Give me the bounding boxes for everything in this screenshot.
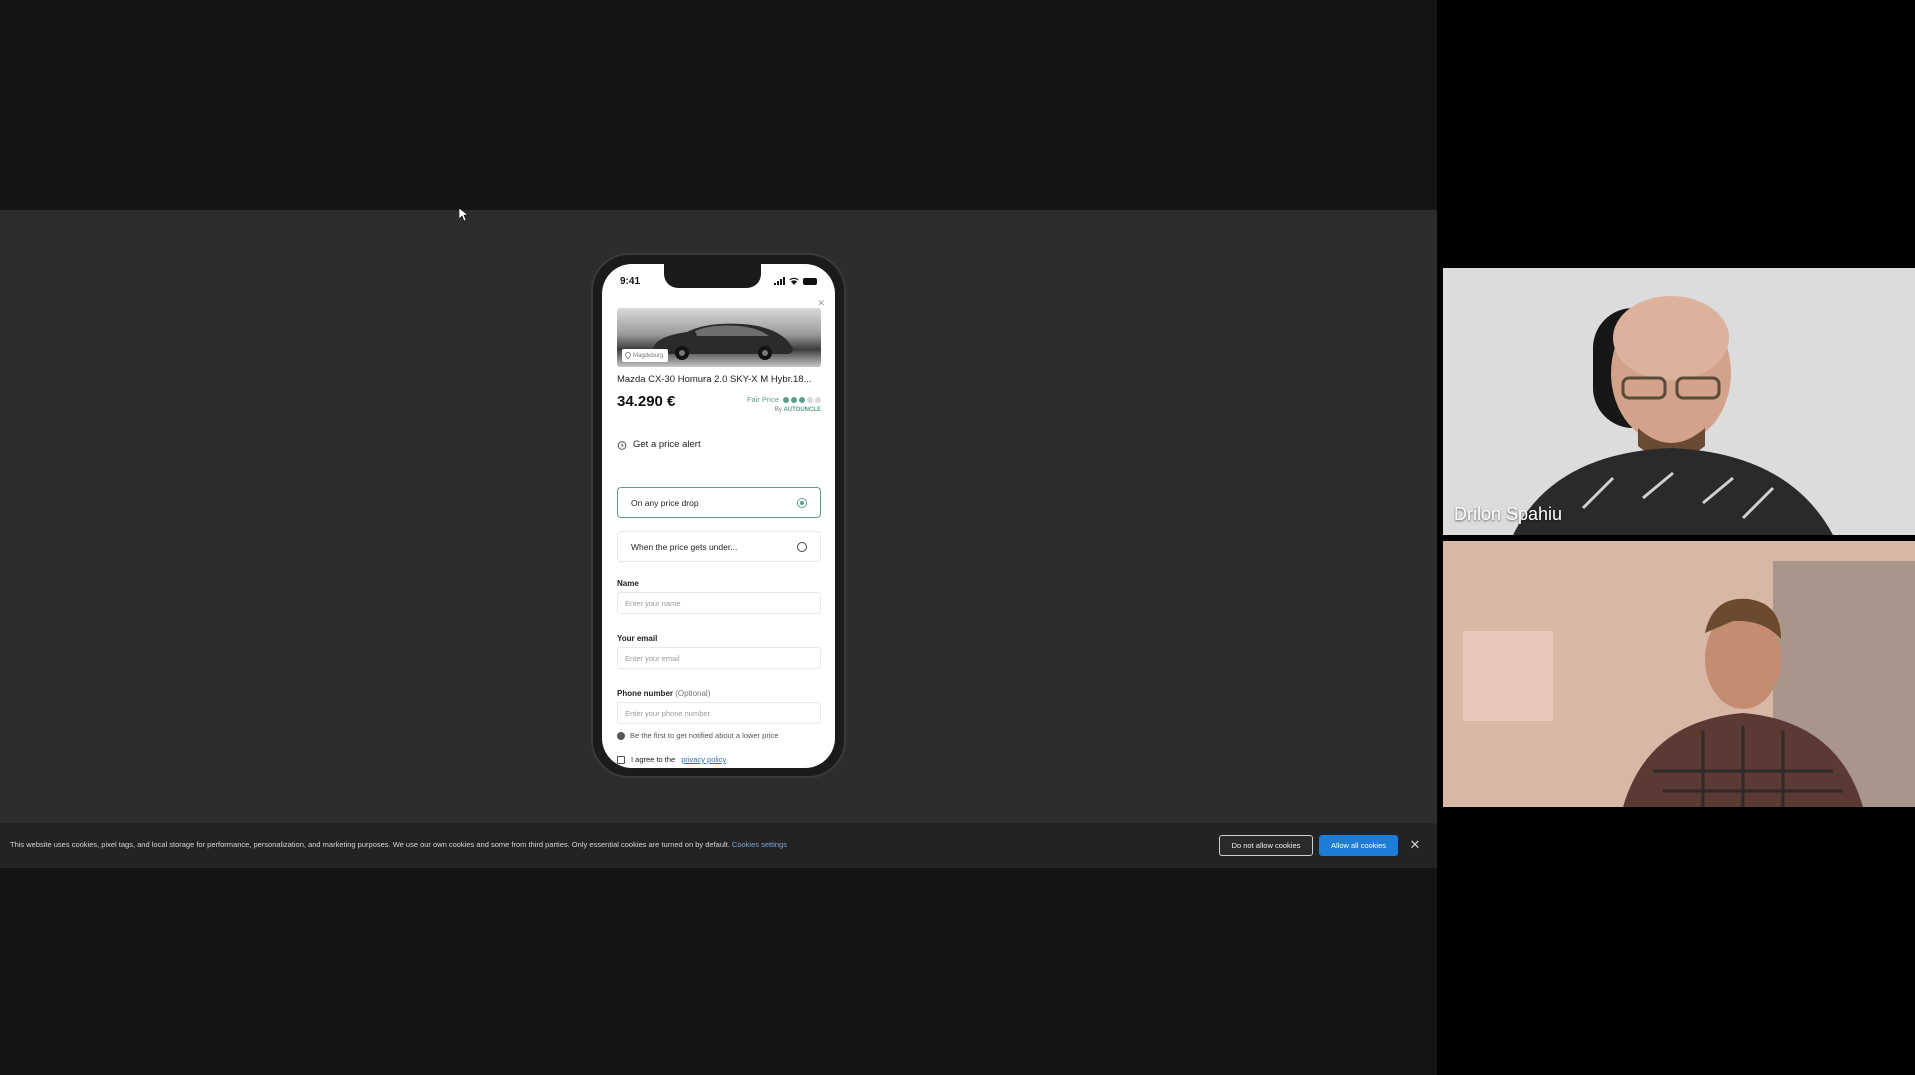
notify-hint: Be the first to get notified about a low… [617, 731, 778, 740]
phone-optional-note: (Optional) [675, 689, 711, 698]
wifi-icon [789, 277, 799, 285]
location-text: Magdeburg [633, 352, 664, 359]
close-icon[interactable]: ✕ [1408, 836, 1422, 854]
location-badge: Magdeburg [622, 349, 669, 362]
radio-price-under[interactable] [797, 541, 807, 552]
status-time: 9:41 [620, 276, 641, 287]
cookie-settings-link[interactable]: Cookies settings [732, 840, 787, 849]
car-price: 34.290 € [617, 393, 676, 410]
rating-dot [799, 396, 805, 403]
rated-by: By AUTOUNCLE [775, 407, 821, 413]
participant-video [1443, 268, 1915, 535]
participant-video [1443, 541, 1915, 807]
status-icons [774, 277, 817, 285]
shared-screen: 9:41 ✕ Magdeburg Mazda CX-30 Homura 2.0 … [0, 0, 1437, 1075]
privacy-consent-text: I agree to the [631, 755, 676, 764]
privacy-checkbox[interactable] [617, 755, 625, 764]
option-price-under[interactable]: When the price gets under... [617, 531, 821, 562]
car-image: Magdeburg [617, 308, 821, 367]
option-any-price-drop[interactable]: On any price drop [617, 487, 821, 518]
rating-dot [807, 396, 813, 403]
price-alert-heading-text: Get a price alert [633, 439, 701, 450]
signal-icon [774, 277, 785, 285]
phone-mockup: 9:41 ✕ Magdeburg Mazda CX-30 Homura 2.0 … [591, 253, 846, 778]
cookie-message-text: This website uses cookies, pixel tags, a… [10, 840, 730, 849]
meeting-window: 9:41 ✕ Magdeburg Mazda CX-30 Homura 2.0 … [0, 0, 1915, 1075]
rating-dot [815, 396, 821, 403]
alarm-clock-icon [617, 440, 627, 450]
participant-tile[interactable] [1443, 541, 1915, 807]
name-input[interactable] [617, 592, 821, 614]
price-alert-heading: Get a price alert [617, 439, 701, 450]
deny-cookies-button[interactable]: Do not allow cookies [1219, 835, 1313, 856]
email-input[interactable] [617, 647, 821, 669]
car-title: Mazda CX-30 Homura 2.0 SKY-X M Hybr.18..… [617, 374, 812, 385]
phone-label: Phone number (Optional) [617, 689, 710, 698]
phone-screen: 9:41 ✕ Magdeburg Mazda CX-30 Homura 2.0 … [602, 264, 835, 768]
car-illustration [652, 323, 793, 360]
cookie-message: This website uses cookies, pixel tags, a… [10, 840, 787, 849]
cookie-banner: This website uses cookies, pixel tags, a… [0, 823, 1437, 868]
participant-video-column: Drilon Spahiu [1437, 0, 1915, 1075]
allow-cookies-button[interactable]: Allow all cookies [1319, 835, 1398, 856]
rating-dot [783, 396, 789, 403]
participant-tile[interactable]: Drilon Spahiu [1443, 268, 1915, 535]
price-rating-dots [783, 396, 821, 403]
price-rating-label: Fair Price [746, 395, 779, 404]
option-any-price-drop-label: On any price drop [631, 497, 699, 508]
email-label: Your email [617, 634, 658, 643]
rated-by-brand: AUTOUNCLE [783, 407, 821, 413]
option-price-under-label: When the price gets under... [631, 541, 738, 552]
rated-by-prefix: By [774, 407, 782, 413]
price-rating: Fair Price [747, 395, 821, 404]
participant-name: Drilon Spahiu [1454, 504, 1563, 524]
info-icon [617, 731, 625, 740]
notify-hint-text: Be the first to get notified about a low… [630, 731, 779, 740]
phone-label-text: Phone number [617, 689, 674, 698]
location-pin-icon [625, 352, 631, 359]
phone-input[interactable] [617, 702, 821, 724]
privacy-consent: I agree to the privacy policy [617, 755, 726, 764]
mouse-cursor-icon [459, 208, 469, 222]
phone-notch [664, 264, 761, 288]
rating-dot [791, 396, 797, 403]
privacy-policy-link[interactable]: privacy policy [681, 755, 726, 764]
name-label: Name [617, 579, 639, 588]
battery-icon [803, 277, 817, 285]
radio-any-price-drop[interactable] [797, 497, 807, 508]
